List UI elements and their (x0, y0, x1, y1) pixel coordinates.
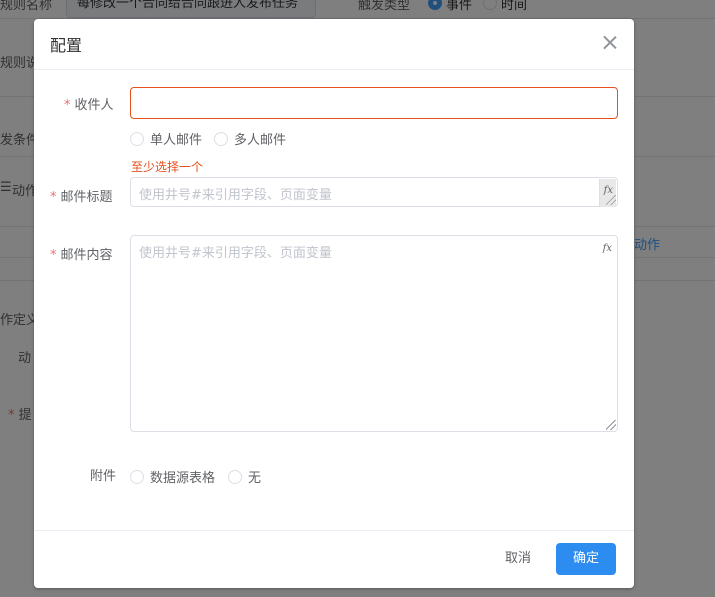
config-dialog: 配置 * 收件人 单人邮件 多人邮件 至少选择一个 * 邮件标题 使用井号#来引用字… (34, 19, 634, 588)
radio-icon (130, 469, 144, 484)
recipient-input[interactable] (130, 87, 618, 119)
required-icon: * (64, 98, 71, 113)
attachment-option-datasource[interactable]: 数据源表格 (130, 467, 215, 486)
radio-icon (214, 131, 228, 146)
attachment-label: 附件 (90, 469, 117, 484)
dialog-title: 配置 (50, 36, 83, 55)
attachment-option-none[interactable]: 无 (228, 467, 261, 486)
cancel-button[interactable]: 取消 (492, 543, 544, 575)
content-textarea[interactable]: 使用井号#来引用字段、页面变量 fx (130, 235, 618, 432)
required-icon: * (50, 190, 57, 205)
subject-placeholder: 使用井号#来引用字段、页面变量 (139, 188, 332, 203)
fx-icon[interactable]: fx (603, 243, 612, 254)
content-placeholder: 使用井号#来引用字段、页面变量 (139, 246, 332, 261)
content-label: * 邮件内容 (50, 248, 113, 263)
radio-icon (228, 469, 242, 484)
recipient-error-message: 至少选择一个 (131, 160, 204, 174)
dialog-footer-divider (34, 530, 634, 531)
recipient-option-multiple[interactable]: 多人邮件 (214, 129, 286, 148)
subject-label: * 邮件标题 (50, 190, 113, 205)
confirm-button[interactable]: 确定 (556, 543, 616, 575)
dialog-header-divider (34, 69, 634, 70)
radio-icon (130, 131, 144, 146)
close-icon[interactable] (603, 35, 617, 49)
resize-handle-icon[interactable] (606, 420, 616, 430)
subject-input[interactable]: 使用井号#来引用字段、页面变量 fx (130, 177, 618, 207)
recipient-option-single[interactable]: 单人邮件 (130, 129, 202, 148)
required-icon: * (50, 248, 57, 263)
recipient-label: * 收件人 (64, 98, 114, 113)
resize-handle-icon[interactable] (606, 195, 616, 205)
